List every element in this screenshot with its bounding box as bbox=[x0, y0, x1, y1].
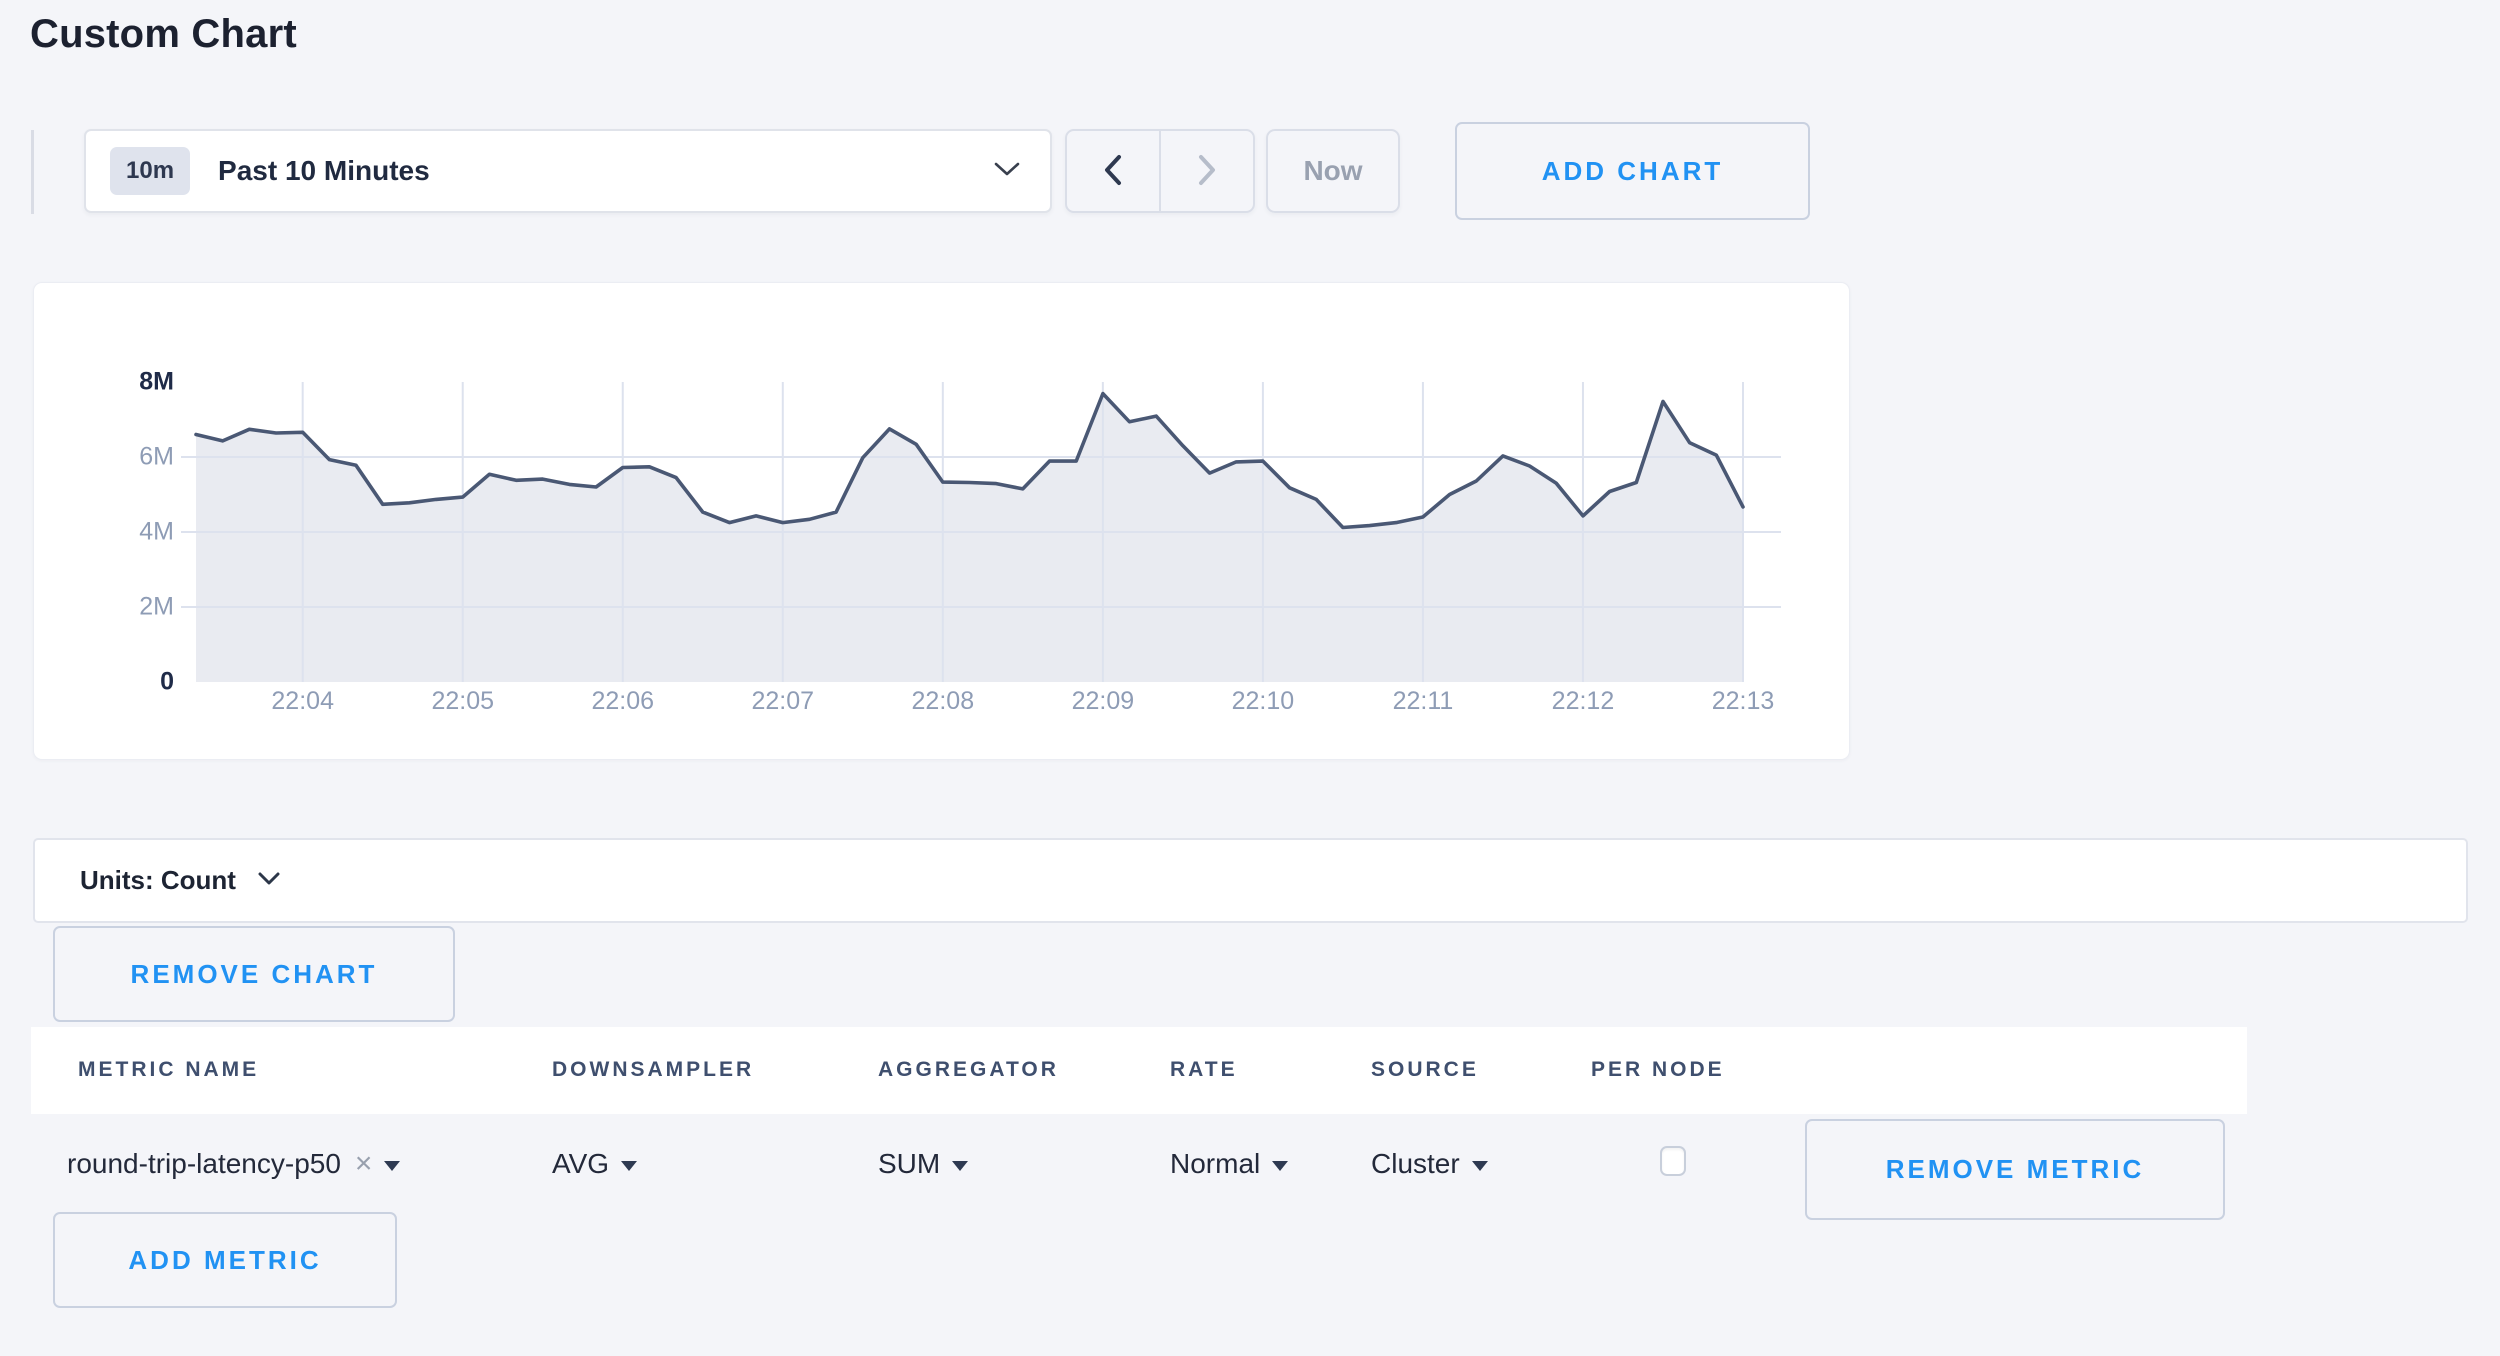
rate-select[interactable]: Normal bbox=[1170, 1144, 1288, 1184]
metric-name-select[interactable]: round-trip-latency-p50 × bbox=[67, 1144, 400, 1184]
caret-down-icon bbox=[1272, 1161, 1288, 1171]
y-tick-label: 4M bbox=[64, 518, 174, 547]
col-header-aggregator: AGGREGATOR bbox=[878, 1058, 1059, 1082]
x-tick-label: 22:08 bbox=[912, 687, 975, 716]
col-header-metric-name: METRIC NAME bbox=[78, 1058, 259, 1082]
x-tick-label: 22:13 bbox=[1712, 687, 1775, 716]
time-range-badge: 10m bbox=[110, 147, 190, 195]
y-tick-label: 8M bbox=[64, 368, 174, 397]
x-tick-label: 22:10 bbox=[1232, 687, 1295, 716]
time-back-button[interactable] bbox=[1067, 131, 1161, 211]
remove-metric-button[interactable]: REMOVE METRIC bbox=[1805, 1119, 2225, 1220]
col-header-per-node: PER NODE bbox=[1591, 1058, 1725, 1082]
downsampler-value: AVG bbox=[552, 1148, 609, 1180]
downsampler-select[interactable]: AVG bbox=[552, 1144, 637, 1184]
toolbar-divider bbox=[31, 130, 34, 214]
col-header-source: SOURCE bbox=[1371, 1058, 1479, 1082]
source-value: Cluster bbox=[1371, 1148, 1460, 1180]
aggregator-select[interactable]: SUM bbox=[878, 1144, 968, 1184]
x-tick-label: 22:05 bbox=[431, 687, 494, 716]
chart-card: 0 2M 4M 6M 8M 22:04 22:05 22:06 22:07 22:08 22:09… bbox=[33, 282, 1850, 760]
add-chart-button[interactable]: ADD CHART bbox=[1455, 122, 1810, 220]
caret-down-icon bbox=[621, 1161, 637, 1171]
metric-name-value: round-trip-latency-p50 bbox=[67, 1148, 341, 1180]
x-tick-label: 22:12 bbox=[1552, 687, 1615, 716]
caret-down-icon bbox=[952, 1161, 968, 1171]
y-tick-label: 2M bbox=[64, 593, 174, 622]
caret-down-icon bbox=[384, 1161, 400, 1171]
chevron-left-icon bbox=[1103, 154, 1123, 189]
time-range-dropdown[interactable]: 10m Past 10 Minutes bbox=[84, 129, 1052, 213]
chevron-down-icon bbox=[994, 161, 1020, 182]
aggregator-value: SUM bbox=[878, 1148, 940, 1180]
chevron-down-icon bbox=[258, 872, 280, 890]
metrics-table-header bbox=[31, 1027, 2247, 1114]
units-label: Units: Count bbox=[80, 865, 236, 896]
x-tick-label: 22:07 bbox=[752, 687, 815, 716]
time-range-label: Past 10 Minutes bbox=[218, 155, 430, 187]
caret-down-icon bbox=[1472, 1161, 1488, 1171]
rate-value: Normal bbox=[1170, 1148, 1260, 1180]
latency-chart[interactable] bbox=[196, 382, 1743, 682]
y-tick-label: 0 bbox=[64, 668, 174, 697]
remove-chart-button[interactable]: REMOVE CHART bbox=[53, 926, 455, 1022]
source-select[interactable]: Cluster bbox=[1371, 1144, 1488, 1184]
per-node-checkbox[interactable] bbox=[1660, 1146, 1686, 1176]
time-forward-button[interactable] bbox=[1161, 131, 1253, 211]
remove-tag-icon[interactable]: × bbox=[355, 1147, 373, 1181]
chevron-right-icon bbox=[1197, 154, 1217, 189]
x-tick-label: 22:04 bbox=[271, 687, 334, 716]
x-tick-label: 22:11 bbox=[1393, 687, 1454, 716]
x-tick-label: 22:09 bbox=[1072, 687, 1135, 716]
col-header-rate: RATE bbox=[1170, 1058, 1238, 1082]
time-nav-group bbox=[1065, 129, 1255, 213]
x-tick-label: 22:06 bbox=[591, 687, 654, 716]
page-title: Custom Chart bbox=[30, 12, 297, 57]
units-dropdown[interactable]: Units: Count bbox=[33, 838, 2468, 923]
now-button[interactable]: Now bbox=[1266, 129, 1400, 213]
add-metric-button[interactable]: ADD METRIC bbox=[53, 1212, 397, 1308]
y-tick-label: 6M bbox=[64, 443, 174, 472]
col-header-downsampler: DOWNSAMPLER bbox=[552, 1058, 754, 1082]
